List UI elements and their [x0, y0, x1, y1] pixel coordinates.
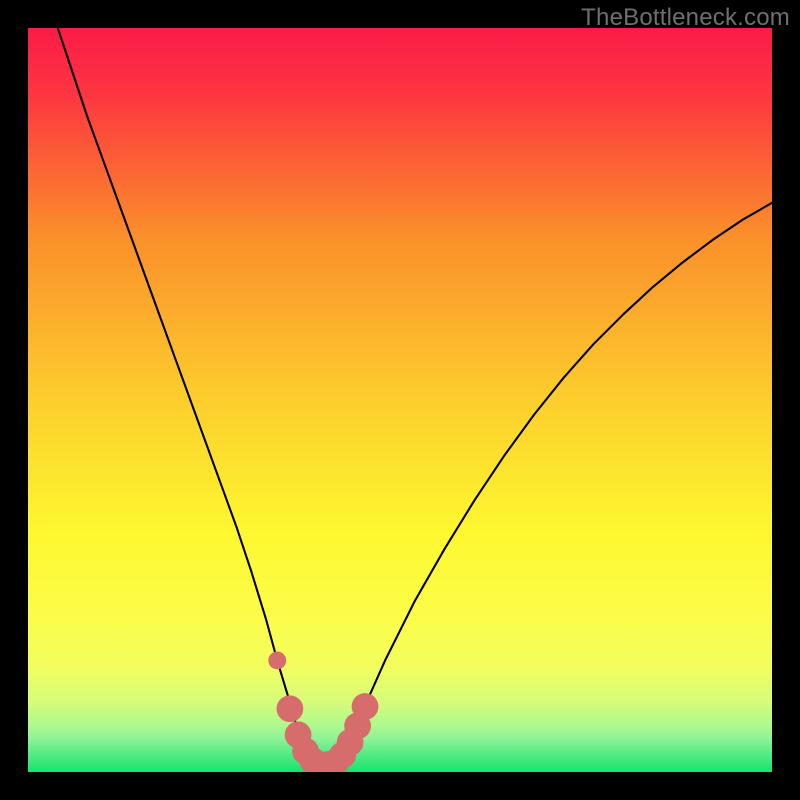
- highlight-marker: [268, 651, 286, 669]
- watermark-text: TheBottleneck.com: [581, 4, 790, 32]
- highlight-marker: [352, 693, 379, 720]
- chart-svg: [28, 28, 772, 772]
- highlight-marker: [276, 695, 303, 722]
- gradient-background: [28, 28, 772, 772]
- chart-frame: TheBottleneck.com: [0, 0, 800, 800]
- chart-plot-area: [28, 28, 772, 772]
